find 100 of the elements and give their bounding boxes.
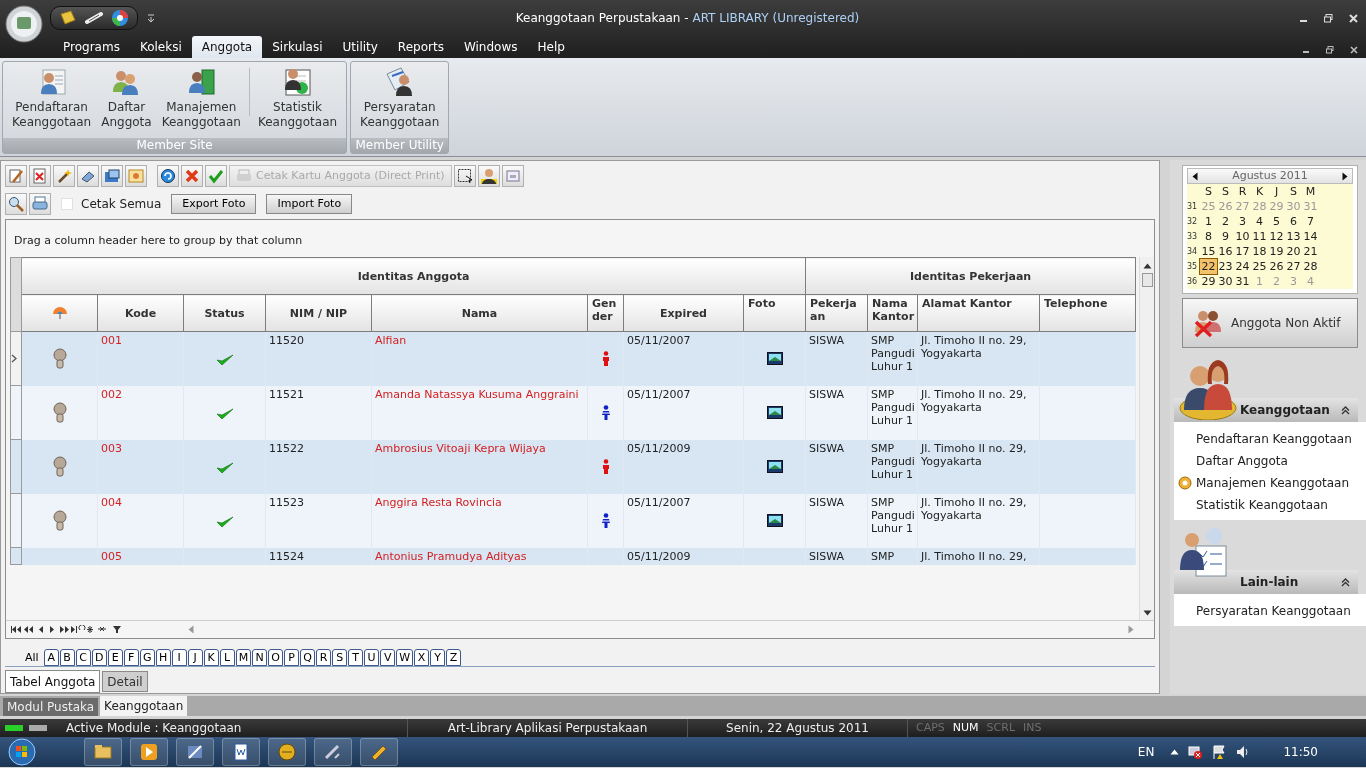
letter-tab[interactable]: K [203,649,219,666]
column-header[interactable]: Pekerjaan [805,294,868,332]
start-orb-icon[interactable] [6,738,38,766]
group-link[interactable]: Pendaftaran Keanggotaan [1178,428,1352,450]
calendar-day[interactable]: 21 [1302,244,1319,259]
letter-tab[interactable]: I [171,649,187,666]
calendar-day[interactable]: 27 [1285,259,1302,274]
letter-tab[interactable]: A [43,649,59,666]
checkmark-button[interactable] [205,165,227,187]
letter-tab[interactable]: F [123,649,139,666]
calendar-day[interactable]: 3 [1234,214,1251,229]
restore-icon[interactable] [1324,13,1333,23]
letter-tab[interactable]: Z [446,649,462,666]
tool-taskbar-button[interactable] [176,738,214,766]
print-all-checkbox[interactable] [61,198,73,210]
folder-taskbar-button[interactable] [84,738,122,766]
ribbon-button[interactable]: Manajemen Keanggotaan [156,62,246,138]
letter-tab[interactable]: S [332,649,348,666]
letter-tab[interactable]: G [139,649,155,666]
photo-button[interactable] [125,165,147,187]
link-icon[interactable] [85,10,103,26]
letter-tab[interactable]: Y [430,649,446,666]
view-tab[interactable]: Detail [102,671,148,692]
letter-tab[interactable]: B [59,649,75,666]
letter-tab[interactable]: Q [300,649,316,666]
scroll-right-icon[interactable] [1128,625,1134,634]
network-error-icon[interactable] [1187,744,1204,760]
calendar-day[interactable]: 14 [1302,229,1319,244]
ribbon-button[interactable]: Pendaftaran Keanggotaan [7,62,97,138]
previous-month-icon[interactable] [1192,171,1198,181]
menu-tab[interactable]: Sirkulasi [262,36,333,58]
menu-tab[interactable]: Anggota [191,36,263,58]
calendar-day[interactable]: 1 [1200,214,1217,229]
menu-tab[interactable]: Utility [332,36,388,58]
person-button[interactable] [477,165,500,187]
delete-document-button[interactable] [29,165,51,187]
letter-tab[interactable]: E [107,649,123,666]
column-header[interactable]: NIM / NIP [265,294,372,332]
calendar-day[interactable]: 23 [1217,259,1234,274]
calendar-day[interactable]: 26 [1268,259,1285,274]
column-header[interactable]: Nama [371,294,588,332]
letter-tab[interactable]: U [364,649,380,666]
calendar-day[interactable]: 2 [1217,214,1234,229]
group-link[interactable]: Statistik Keanggotaan [1178,494,1328,516]
calendar-day[interactable]: 5 [1268,214,1285,229]
letter-tab[interactable]: T [348,649,364,666]
calendar-day[interactable]: 13 [1285,229,1302,244]
customize-arrow-icon[interactable] [146,12,156,24]
calendar-day[interactable]: 30 [1217,274,1234,289]
ribbon-button[interactable]: Statistik Keanggotaan [252,62,343,138]
calendar-day[interactable]: 19 [1268,244,1285,259]
cancel-button[interactable] [181,165,203,187]
calendar-day[interactable]: 25 [1251,259,1268,274]
scroll-down-icon[interactable] [1142,610,1152,616]
column-header[interactable]: Expired [623,294,744,332]
column-header[interactable]: Foto [743,294,806,332]
ribbon-button[interactable]: Daftar Anggota [96,62,157,138]
scrollbar-thumb[interactable] [1141,273,1153,287]
calendar-day[interactable]: 6 [1285,214,1302,229]
calendar-day[interactable]: 24 [1234,259,1251,274]
calendar-day[interactable]: 31 [1234,274,1251,289]
scroll-left-icon[interactable] [188,625,194,634]
calendar-day[interactable]: 16 [1217,244,1234,259]
letter-tab[interactable]: P [284,649,300,666]
clock-text[interactable]: 11:50 [1283,743,1318,761]
group-link[interactable]: Manajemen Keanggotaan [1178,472,1350,494]
menu-tab[interactable]: Windows [453,36,528,58]
globe-icon[interactable] [111,9,129,27]
group-link[interactable]: Daftar Anggota [1178,450,1288,472]
tray-arrow-icon[interactable] [1170,749,1180,755]
letter-tab[interactable]: J [187,649,203,666]
letter-tab[interactable]: M [235,649,252,666]
calendar-day[interactable]: 11 [1251,229,1268,244]
language-indicator[interactable]: EN [1137,743,1155,761]
calendar-day[interactable]: 10 [1234,229,1251,244]
letter-tab[interactable]: C [75,649,91,666]
refresh-button[interactable] [157,165,179,187]
calendar-day[interactable]: 9 [1217,229,1234,244]
letter-tab[interactable]: D [91,649,107,666]
ribbon-button[interactable]: Persyaratan Keanggotaan [355,62,445,138]
calendar-day[interactable]: 8 [1200,229,1217,244]
document-taskbar-button[interactable] [222,738,260,766]
pencil-taskbar-button[interactable] [360,738,398,766]
column-header[interactable]: Nama Kantor [867,294,918,332]
calendar-day[interactable]: 7 [1302,214,1319,229]
letter-tab[interactable]: N [252,649,268,666]
letter-tab[interactable]: O [268,649,284,666]
flag-warning-icon[interactable] [1211,744,1228,760]
column-header[interactable] [21,294,98,332]
letter-tab[interactable]: W [396,649,414,666]
selection-button[interactable] [453,165,476,187]
menu-tab[interactable]: Koleksi [129,36,192,58]
calendar-day[interactable]: 29 [1200,274,1217,289]
group-header[interactable]: Lain-lain [1174,570,1358,594]
photo-button[interactable]: Import Foto [266,194,353,214]
column-header[interactable]: Kode [97,294,184,332]
menu-tab[interactable]: Reports [387,36,454,58]
wand-button[interactable] [53,165,75,187]
pencil-button[interactable] [5,165,27,187]
app-menu-orb-icon[interactable] [5,5,43,43]
